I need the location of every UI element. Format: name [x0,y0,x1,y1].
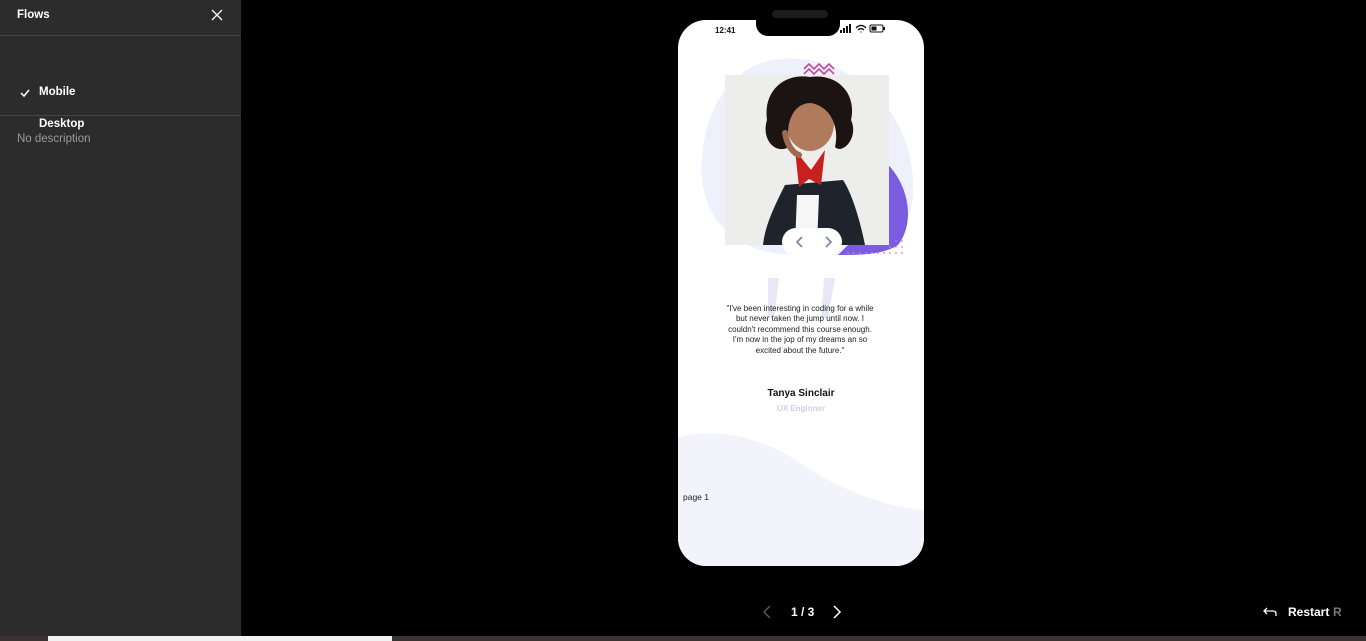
restart-button[interactable]: Restart R [1262,603,1352,621]
testimonial-name: Tanya Sinclair [767,388,835,399]
restart-icon [1263,607,1277,616]
testimonial-photo [725,75,889,245]
flow-list: Mobile Desktop [0,36,241,130]
testimonial-role: UX Enginner [776,404,825,413]
flow-description: No description [17,133,91,145]
check-icon [20,89,30,98]
device-notch [756,20,840,36]
signal-icon [840,24,851,33]
close-icon[interactable] [208,6,226,24]
prototype-pager: 1 / 3 [760,603,850,621]
chevron-left-icon[interactable] [760,604,776,620]
chevron-left-icon[interactable] [792,234,808,250]
device-speaker [772,10,828,18]
flows-sidebar: Flows Mobile Desktop No description [0,0,241,641]
bottom-strip-segment [48,636,392,641]
prototype-phone-frame[interactable]: 12:41 "I've been interesting in coding f… [678,20,924,566]
flow-item-label: Mobile [39,86,76,98]
bottom-strip [0,636,1366,641]
carousel-nav [782,228,842,256]
flow-item-mobile[interactable]: Mobile [0,81,241,107]
page-label: page 1 [683,492,709,502]
sidebar-title: Flows [17,9,50,21]
page-count: 1 / 3 [791,605,815,619]
flow-item-label: Desktop [39,118,85,130]
testimonial-quote: "I've been interesting in coding for a w… [726,304,874,355]
status-time: 12:41 [715,26,736,35]
restart-shortcut: R [1333,605,1342,619]
chevron-right-icon[interactable] [828,604,844,620]
restart-label: Restart [1288,605,1330,619]
battery-icon [869,24,885,33]
sidebar-header: Flows [0,0,241,36]
status-bar-icons [840,24,885,33]
chevron-right-icon[interactable] [820,234,836,250]
wifi-icon [855,24,867,33]
